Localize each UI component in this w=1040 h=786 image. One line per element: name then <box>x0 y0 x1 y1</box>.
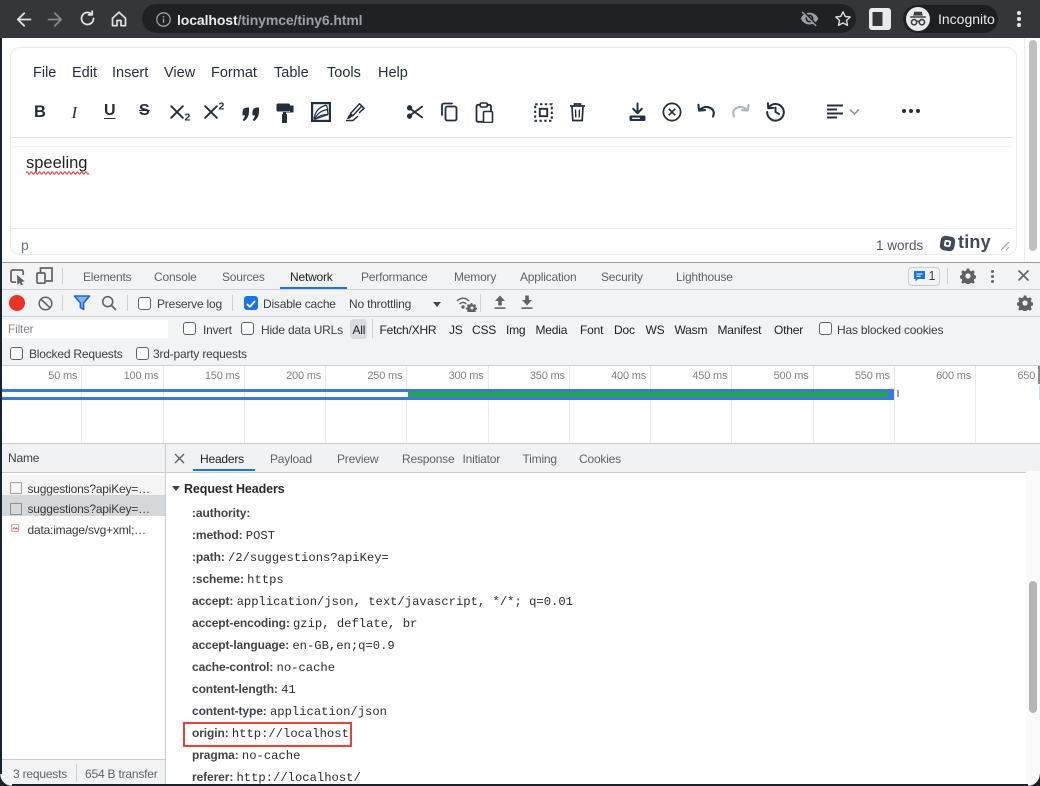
svg-text:2: 2 <box>219 101 225 113</box>
svg-text:2: 2 <box>185 112 191 122</box>
